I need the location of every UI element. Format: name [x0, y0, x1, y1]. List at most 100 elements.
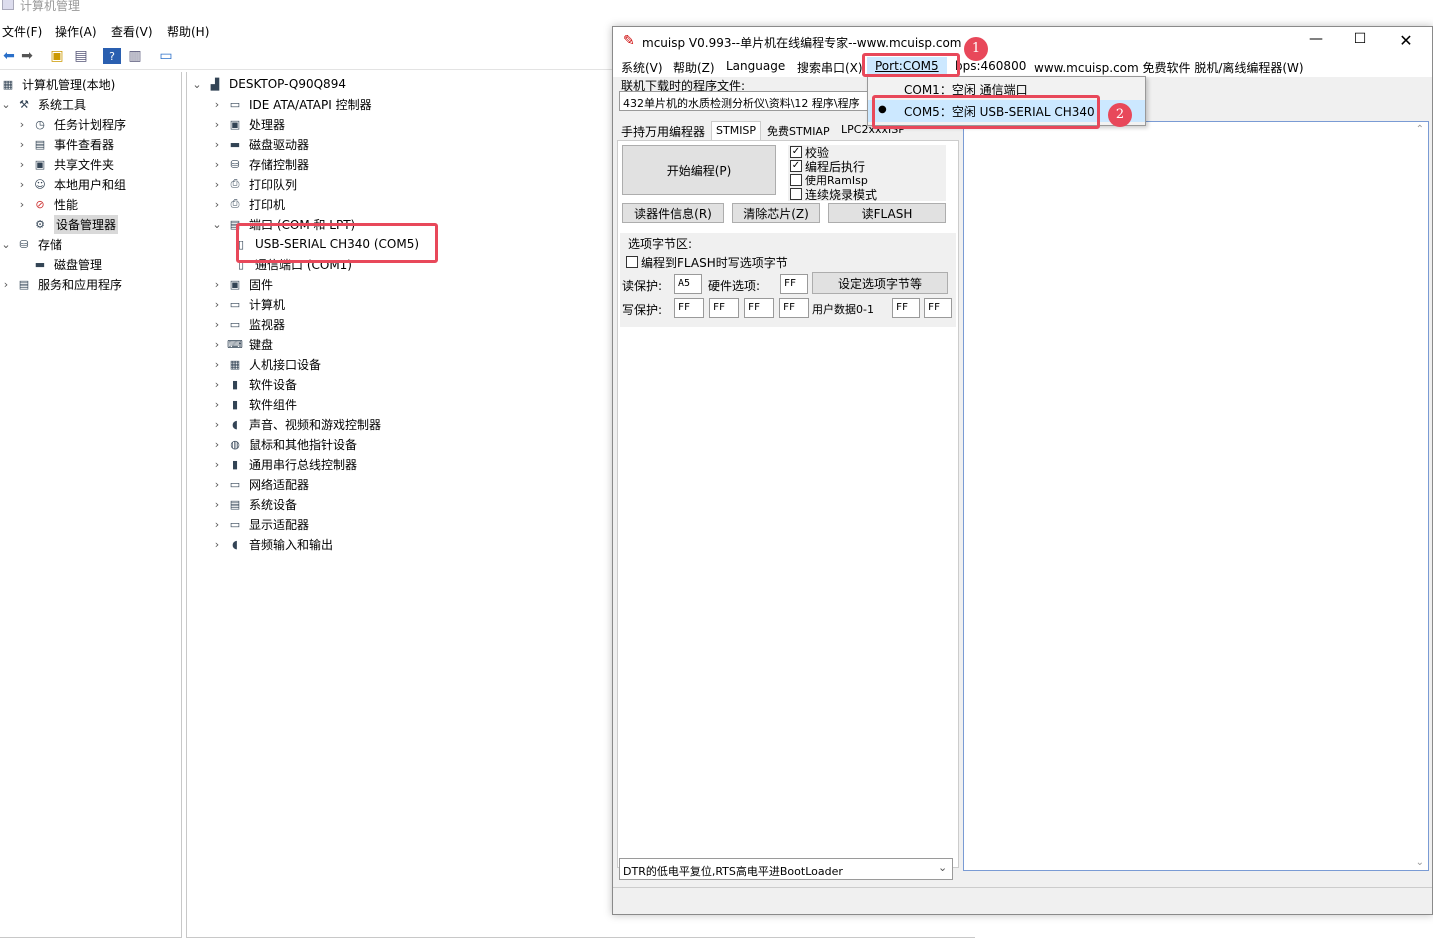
chevron-right-icon[interactable]: › — [211, 498, 223, 511]
device-tree-item[interactable]: › ▮ 软件设备 — [211, 374, 297, 394]
device-tree-root[interactable]: ⌄ ▟ DESKTOP-Q90Q894 — [191, 74, 346, 94]
device-tree-item[interactable]: › ▦ 人机接口设备 — [211, 354, 321, 374]
device-tree-item[interactable]: › ◖ 声音、视频和游戏控制器 — [211, 414, 381, 434]
up-folder-icon[interactable]: ▣ — [48, 48, 66, 64]
tree-item-performance[interactable]: › ⊘ 性能 — [16, 194, 78, 214]
menu-help[interactable]: 帮助(H) — [167, 23, 209, 40]
minimize-icon[interactable]: — — [1301, 31, 1331, 53]
device-tree-item[interactable]: › ▬ 磁盘驱动器 — [211, 134, 309, 154]
tree-item-event-viewer[interactable]: › ▤ 事件查看器 — [16, 134, 114, 154]
monitor-icon[interactable]: ▭ — [157, 48, 175, 64]
scroll-down-icon[interactable]: ⌄ — [1416, 857, 1424, 868]
tree-item-local-users[interactable]: › ☺ 本地用户和组 — [16, 174, 126, 194]
chevron-right-icon[interactable]: › — [211, 398, 223, 411]
device-tree-item[interactable]: › ▭ 计算机 — [211, 294, 285, 314]
hw-option-field[interactable]: FF — [780, 274, 808, 294]
chevron-right-icon[interactable]: › — [16, 118, 28, 131]
chevron-right-icon[interactable]: › — [211, 338, 223, 351]
chevron-right-icon[interactable]: › — [211, 538, 223, 551]
set-option-bytes-button[interactable]: 设定选项字节等 — [812, 272, 948, 294]
chevron-down-icon[interactable]: ⌄ — [211, 218, 223, 231]
menu-system[interactable]: 系统(V) — [621, 59, 663, 76]
device-tree-item[interactable]: › ▣ 固件 — [211, 274, 273, 294]
chevron-right-icon[interactable]: › — [211, 278, 223, 291]
device-tree-item[interactable]: › ⎙ 打印队列 — [211, 174, 297, 194]
device-tree-item[interactable]: › ▭ IDE ATA/ATAPI 控制器 — [211, 94, 372, 114]
chevron-right-icon[interactable]: › — [16, 138, 28, 151]
chevron-right-icon[interactable]: › — [211, 458, 223, 471]
menu-search-port[interactable]: 搜索串口(X) — [797, 59, 863, 76]
chevron-right-icon[interactable]: › — [211, 318, 223, 331]
maximize-icon[interactable]: ☐ — [1345, 31, 1375, 53]
tab-stmisp[interactable]: STMISP — [711, 121, 762, 141]
device-tree-item[interactable]: › ▭ 网络适配器 — [211, 474, 309, 494]
user-data-field-1[interactable]: FF — [892, 298, 920, 318]
tree-item-storage[interactable]: ⌄ ⛁ 存储 — [0, 234, 62, 254]
menu-file[interactable]: 文件(F) — [2, 23, 42, 40]
device-tree-item[interactable]: › ▮ 通用串行总线控制器 — [211, 454, 357, 474]
tab-stmiap[interactable]: 免费STMIAP — [763, 121, 834, 141]
device-tree-item[interactable]: › ▣ 处理器 — [211, 114, 285, 134]
chevron-right-icon[interactable]: › — [16, 178, 28, 191]
chevron-right-icon[interactable]: › — [211, 98, 223, 111]
chevron-right-icon[interactable]: › — [16, 198, 28, 211]
bootloader-select[interactable]: DTR的低电平复位,RTS高电平进BootLoader ⌄ — [619, 858, 953, 880]
tree-item-task-scheduler[interactable]: › ◷ 任务计划程序 — [16, 114, 126, 134]
device-tree-item[interactable]: › ⎙ 打印机 — [211, 194, 285, 214]
chevron-right-icon[interactable]: › — [16, 158, 28, 171]
chevron-right-icon[interactable]: › — [211, 118, 223, 131]
chevron-right-icon[interactable]: › — [211, 298, 223, 311]
tree-item-device-manager[interactable]: ⚙ 设备管理器 — [32, 214, 119, 234]
device-tree-item[interactable]: › ◍ 鼠标和其他指针设备 — [211, 434, 357, 454]
device-tree-item[interactable]: › ◖ 音频输入和输出 — [211, 534, 333, 554]
chevron-right-icon[interactable]: › — [211, 418, 223, 431]
read-info-button[interactable]: 读器件信息(R) — [622, 203, 724, 223]
chevron-down-icon[interactable]: ⌄ — [191, 78, 203, 91]
chevron-right-icon[interactable]: › — [211, 178, 223, 191]
tree-item-disk-management[interactable]: ▬ 磁盘管理 — [32, 254, 102, 274]
help-icon[interactable]: ? — [103, 48, 121, 64]
chevron-down-icon[interactable]: ⌄ — [938, 861, 947, 874]
tree-item-computer-management[interactable]: ▦ 计算机管理(本地) — [0, 74, 116, 94]
tree-item-system-tools[interactable]: ⌄ ⚒ 系统工具 — [0, 94, 86, 114]
device-tree-item[interactable]: › ▭ 监视器 — [211, 314, 285, 334]
tab-handheld[interactable]: 手持万用编程器 — [617, 121, 709, 141]
menu-bps[interactable]: bps:460800 — [955, 59, 1026, 73]
continuous-mode-checkbox[interactable]: 连续烧录模式 — [790, 187, 877, 202]
write-protect-field-3[interactable]: FF — [744, 298, 774, 318]
user-data-field-2[interactable]: FF — [924, 298, 952, 318]
chevron-right-icon[interactable]: › — [211, 158, 223, 171]
run-after-checkbox[interactable]: ✓ 编程后执行 — [790, 159, 865, 174]
device-tree-item[interactable]: › ▤ 系统设备 — [211, 494, 297, 514]
erase-chip-button[interactable]: 清除芯片(Z) — [732, 203, 820, 223]
chevron-right-icon[interactable]: › — [211, 438, 223, 451]
output-log-area[interactable]: ⌃ ⌄ — [963, 121, 1429, 871]
close-icon[interactable]: ✕ — [1391, 31, 1421, 53]
write-protect-field-4[interactable]: FF — [779, 298, 809, 318]
chevron-down-icon[interactable]: ⌄ — [0, 98, 12, 111]
menu-action[interactable]: 操作(A) — [55, 23, 97, 40]
forward-arrow-icon[interactable]: ➡ — [18, 48, 36, 64]
program-file-input[interactable]: 432单片机的水质检测分析仪\资料\12 程序\程序 — [619, 91, 875, 111]
chevron-right-icon[interactable]: › — [211, 518, 223, 531]
device-tree-item[interactable]: › ⌨ 键盘 — [211, 334, 273, 354]
read-protect-field[interactable]: A5 — [674, 274, 702, 294]
write-protect-field-1[interactable]: FF — [674, 298, 704, 318]
read-flash-button[interactable]: 读FLASH — [828, 203, 946, 223]
chevron-right-icon[interactable]: › — [211, 138, 223, 151]
scroll-up-icon[interactable]: ⌃ — [1416, 124, 1424, 135]
properties-icon[interactable]: ▥ — [126, 48, 144, 64]
show-hide-tree-icon[interactable]: ▤ — [72, 48, 90, 64]
start-program-button[interactable]: 开始编程(P) — [622, 145, 776, 195]
tree-item-services-apps[interactable]: › ▤ 服务和应用程序 — [0, 274, 122, 294]
menu-view[interactable]: 查看(V) — [111, 23, 153, 40]
device-tree-item[interactable]: › ▮ 软件组件 — [211, 394, 297, 414]
chevron-right-icon[interactable]: › — [211, 378, 223, 391]
write-option-bytes-checkbox[interactable]: 编程到FLASH时写选项字节 — [626, 255, 788, 270]
chevron-right-icon[interactable]: › — [211, 358, 223, 371]
chevron-right-icon[interactable]: › — [0, 278, 12, 291]
menu-help[interactable]: 帮助(Z) — [673, 59, 715, 76]
device-tree-item[interactable]: › ⛁ 存储控制器 — [211, 154, 309, 174]
tree-item-shared-folders[interactable]: › ▣ 共享文件夹 — [16, 154, 114, 174]
write-protect-field-2[interactable]: FF — [709, 298, 739, 318]
